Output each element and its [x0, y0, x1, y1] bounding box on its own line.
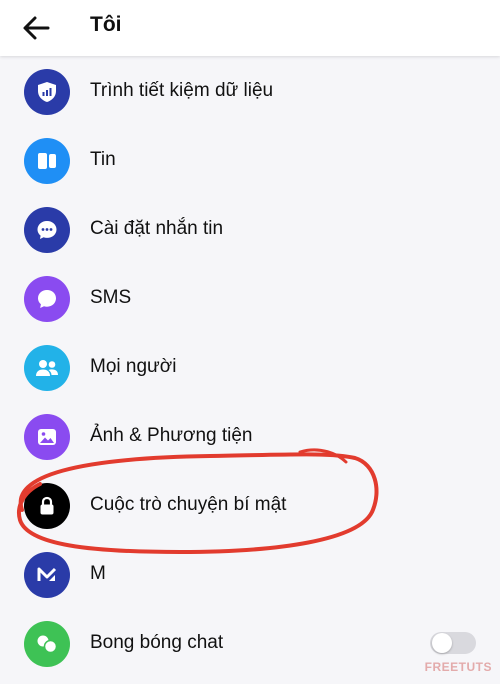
shield-signal-icon: [24, 69, 70, 115]
menu-item-secret-conversations[interactable]: Cuộc trò chuyện bí mật: [0, 470, 500, 539]
menu-item-message-settings[interactable]: Cài đặt nhắn tin: [0, 194, 500, 263]
menu-item-label: Trình tiết kiệm dữ liệu: [90, 80, 274, 101]
menu-item-photos-media[interactable]: Ảnh & Phương tiện: [0, 401, 500, 470]
menu-item-label: Bong bóng chat: [90, 632, 224, 653]
sms-icon: [24, 276, 70, 322]
menu-item-label: Tin: [90, 149, 116, 170]
people-icon: [24, 345, 70, 391]
settings-list: Trình tiết kiệm dữ liệu Tin Cài đặt nhắn…: [0, 56, 500, 677]
menu-item-people[interactable]: Mọi người: [0, 332, 500, 401]
chat-heads-toggle[interactable]: [430, 632, 476, 654]
menu-item-label: Cài đặt nhắn tin: [90, 218, 224, 239]
top-app-bar: Tôi: [0, 0, 500, 56]
toggle-knob: [432, 633, 452, 653]
menu-item-label: SMS: [90, 287, 132, 308]
lock-icon: [24, 483, 70, 529]
photo-icon: [24, 414, 70, 460]
arrow-left-icon: [23, 16, 50, 40]
menu-item-label: M: [90, 563, 106, 584]
chat-heads-icon: [24, 621, 70, 667]
menu-item-data-saver[interactable]: Trình tiết kiệm dữ liệu: [0, 56, 500, 125]
page-title: Tôi: [90, 13, 122, 36]
menu-item-label: Mọi người: [90, 356, 177, 377]
menu-item-label: Ảnh & Phương tiện: [90, 425, 253, 446]
back-button[interactable]: [16, 8, 56, 48]
watermark: FREETUTS: [424, 660, 492, 674]
stories-icon: [24, 138, 70, 184]
menu-item-label: Cuộc trò chuyện bí mật: [90, 494, 287, 515]
chat-bubble-icon: [24, 207, 70, 253]
menu-item-sms[interactable]: SMS: [0, 263, 500, 332]
menu-item-m[interactable]: M: [0, 539, 500, 608]
menu-item-stories[interactable]: Tin: [0, 125, 500, 194]
m-assistant-icon: [24, 552, 70, 598]
